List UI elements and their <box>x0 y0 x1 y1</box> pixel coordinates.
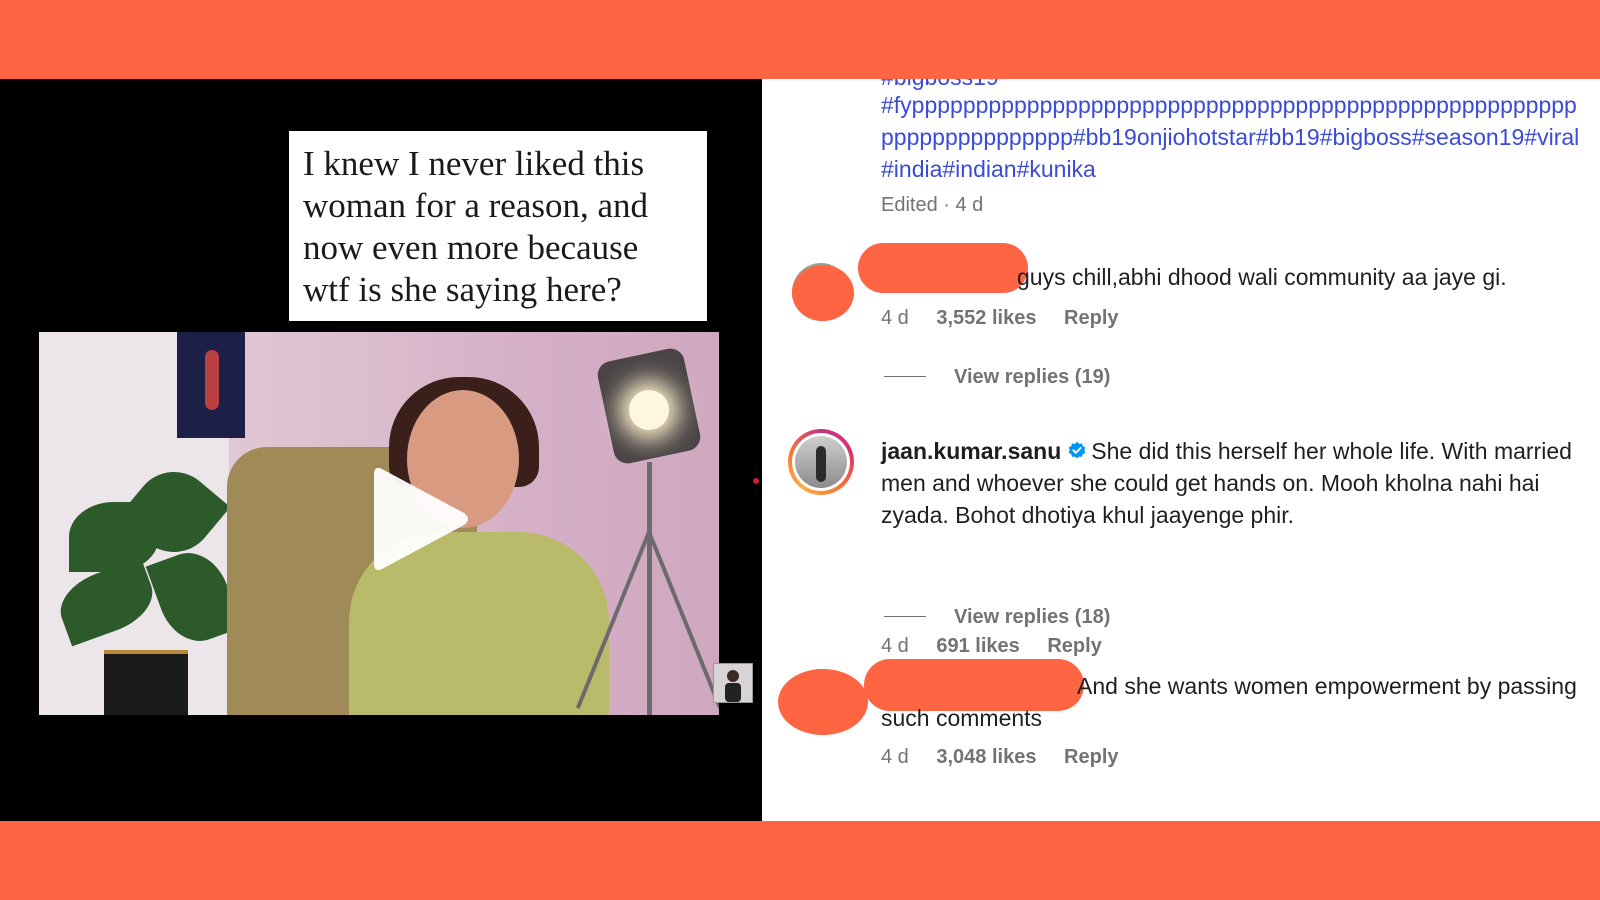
person-icon <box>725 670 741 702</box>
comment-text: guys chill,abhi dhood wali community aa … <box>1017 264 1507 290</box>
reply-button[interactable]: Reply <box>1064 746 1118 768</box>
verified-badge-icon <box>1068 441 1086 459</box>
redaction-mark <box>792 265 854 321</box>
post-hashtags[interactable]: #fyppppppppppppppppppppppppppppppppppppp… <box>881 89 1581 185</box>
caption-line: I knew I never liked this <box>303 144 645 183</box>
comment-meta: 4 d 691 likes Reply <box>881 635 1124 658</box>
comment-likes[interactable]: 3,048 likes <box>936 746 1036 768</box>
redaction-mark <box>778 669 868 735</box>
reply-button[interactable]: Reply <box>1047 635 1101 657</box>
comment-time: 4 d <box>881 307 909 329</box>
redaction-mark <box>858 243 1028 293</box>
comment-body: jaan.kumar.sanu She did this herself her… <box>881 435 1581 531</box>
comment-text: And she wants women empowerment by passi… <box>881 673 1577 731</box>
comment-likes[interactable]: 3,552 likes <box>936 307 1036 329</box>
comment-meta: 4 d 3,552 likes Reply <box>881 307 1141 330</box>
comment-meta: 4 d 3,048 likes Reply <box>881 746 1141 769</box>
view-replies-button[interactable]: View replies (19) <box>884 366 1110 389</box>
comment-likes[interactable]: 691 likes <box>936 635 1019 657</box>
lamp-stand <box>647 462 652 715</box>
recording-dot <box>753 478 759 484</box>
post-media-pane: I knew I never liked this woman for a re… <box>0 79 762 821</box>
caption-line: woman for a reason, and <box>303 186 649 225</box>
caption-line: now even more because <box>303 228 639 267</box>
video-player[interactable] <box>39 332 719 715</box>
lamp-light <box>629 390 669 430</box>
comment-username[interactable]: jaan.kumar.sanu <box>881 438 1061 464</box>
comment-body: guys chill,abhi dhood wali community aa … <box>1017 261 1577 293</box>
caption-line: wtf is she saying here? <box>303 270 622 309</box>
lamp-leg <box>647 531 719 709</box>
comment-time: 4 d <box>881 746 909 768</box>
reply-button[interactable]: Reply <box>1064 307 1118 329</box>
comments-pane: #bigboss19 #fypppppppppppppppppppppppppp… <box>762 79 1600 821</box>
view-replies-label: View replies (18) <box>954 606 1111 628</box>
creator-thumbnail-avatar[interactable] <box>713 663 753 703</box>
edited-timestamp: Edited · 4 d <box>881 194 984 216</box>
play-icon[interactable] <box>364 459 474 579</box>
replies-divider-line <box>884 376 926 377</box>
view-replies-label: View replies (19) <box>954 366 1111 388</box>
plant-pot <box>104 650 188 715</box>
video-poster <box>177 332 245 438</box>
view-replies-button[interactable]: View replies (18) <box>884 606 1110 629</box>
comment-body: And she wants women empowerment by passi… <box>881 670 1581 734</box>
avatar[interactable] <box>788 429 854 495</box>
screenshot-frame: I knew I never liked this woman for a re… <box>0 79 1600 821</box>
post-caption-overlay: I knew I never liked this woman for a re… <box>289 131 707 321</box>
replies-divider-line <box>884 616 926 617</box>
comment-time: 4 d <box>881 635 909 657</box>
